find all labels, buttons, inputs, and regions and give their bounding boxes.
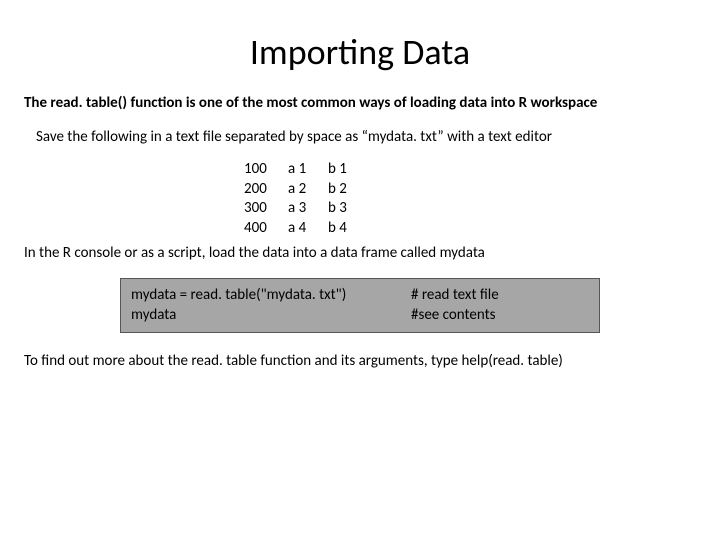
cell: a 2 (288, 180, 314, 200)
cell: a 1 (288, 160, 314, 180)
slide-title: Importing Data (24, 30, 696, 74)
table-row: 200 a 2 b 2 (244, 180, 696, 200)
table-row: 400 a 4 b 4 (244, 219, 696, 239)
cell: b 4 (328, 219, 354, 239)
help-instruction: To find out more about the read. table f… (24, 351, 696, 371)
cell: 300 (244, 199, 274, 219)
code-line: mydata #see contents (131, 305, 589, 325)
cell: a 3 (288, 199, 314, 219)
cell: b 3 (328, 199, 354, 219)
save-instruction: Save the following in a text file separa… (36, 128, 696, 146)
code-line: mydata = read. table("mydata. txt") # re… (131, 285, 589, 305)
cell: 200 (244, 180, 274, 200)
cell: b 2 (328, 180, 354, 200)
cell: 400 (244, 219, 274, 239)
code-command: mydata = read. table("mydata. txt") (131, 285, 411, 305)
code-comment: #see contents (411, 305, 589, 325)
cell: 100 (244, 160, 274, 180)
sample-data-table: 100 a 1 b 1 200 a 2 b 2 300 a 3 b 3 400 … (244, 160, 696, 238)
cell: a 4 (288, 219, 314, 239)
code-comment: # read text file (411, 285, 589, 305)
code-block: mydata = read. table("mydata. txt") # re… (120, 278, 600, 333)
table-row: 100 a 1 b 1 (244, 160, 696, 180)
load-instruction: In the R console or as a script, load th… (24, 244, 696, 262)
table-row: 300 a 3 b 3 (244, 199, 696, 219)
intro-text: The read. table() function is one of the… (24, 94, 696, 112)
code-command: mydata (131, 305, 411, 325)
cell: b 1 (328, 160, 354, 180)
